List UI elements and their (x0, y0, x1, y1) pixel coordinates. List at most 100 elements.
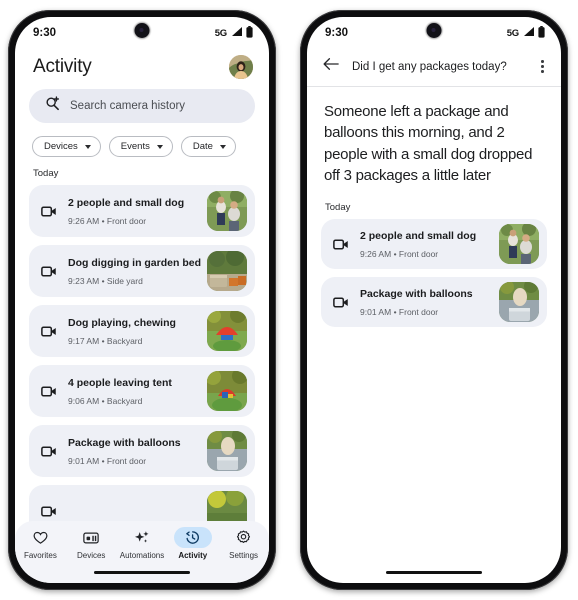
nav-label: Devices (76, 551, 106, 560)
status-time: 9:30 (325, 27, 349, 39)
event-thumbnail[interactable] (207, 191, 247, 231)
event-subtitle: 9:17 AM • Backyard (68, 336, 143, 346)
nav-label: Activity (178, 551, 208, 560)
search-placeholder: Search camera history (70, 100, 186, 112)
event-text: Package with balloons 9:01 AM • Front do… (360, 284, 491, 320)
table-row[interactable]: Dog playing, chewing 9:17 AM • Backyard (29, 305, 255, 357)
chevron-down-icon (156, 144, 163, 149)
nav-item-devices[interactable]: Devices (66, 527, 117, 560)
search-sparkle-icon (45, 96, 60, 116)
screen-activity: 9:30 5G Activity Search camera history D… (15, 17, 269, 583)
table-row[interactable]: Dog digging in garden bed 9:23 AM • Side… (29, 245, 255, 297)
more-vertical-icon[interactable] (538, 58, 547, 75)
event-thumbnail[interactable] (207, 311, 247, 351)
question-header: Did I get any packages today? (307, 49, 561, 87)
event-thumbnail[interactable] (499, 282, 539, 323)
event-thumbnail[interactable] (207, 431, 247, 471)
event-subtitle: 9:26 AM • Front door (360, 249, 439, 260)
event-title: Package with balloons (68, 437, 181, 449)
heart-icon (21, 527, 59, 548)
event-subtitle: 9:01 AM • Front door (360, 307, 439, 318)
event-thumbnail[interactable] (207, 251, 247, 291)
status-indicators: 5G (214, 25, 253, 41)
filter-chip-label: Events (120, 141, 150, 152)
event-thumbnail[interactable] (499, 224, 539, 265)
network-label: 5G (214, 27, 227, 39)
video-camera-icon (330, 238, 352, 251)
nav-item-automations[interactable]: Automations (117, 527, 168, 560)
nav-label: Automations (119, 551, 165, 560)
event-thumbnail[interactable] (207, 371, 247, 411)
nav-label: Settings (229, 551, 259, 560)
filter-chip-label: Date (192, 141, 213, 152)
table-row[interactable]: Package with balloons 9:01 AM • Front do… (321, 277, 547, 328)
app-header: Activity (15, 49, 269, 89)
status-indicators: 5G (506, 25, 545, 41)
phone-left: 9:30 5G Activity Search camera history D… (8, 10, 276, 590)
phone-right: 9:30 5G Did I get any packages today? So… (300, 10, 568, 590)
event-subtitle: 9:01 AM • Front door (68, 456, 147, 466)
signal-bars-icon (230, 26, 243, 40)
event-title: 2 people and small dog (360, 230, 477, 243)
page-title: Did I get any packages today? (352, 60, 507, 73)
home-indicator[interactable] (386, 571, 482, 574)
status-bar-right: 9:30 5G (307, 17, 561, 49)
filter-chip-devices[interactable]: Devices (32, 136, 101, 157)
nav-item-activity[interactable]: Activity (167, 527, 218, 560)
table-row[interactable]: 4 people leaving tent 9:06 AM • Backyard (29, 365, 255, 417)
table-row[interactable]: 2 people and small dog 9:26 AM • Front d… (321, 219, 547, 270)
table-row[interactable]: Package with balloons 9:01 AM • Front do… (29, 425, 255, 477)
activity-event-list[interactable]: 2 people and small dog 9:26 AM • Front d… (15, 185, 269, 537)
chevron-down-icon (219, 144, 226, 149)
nav-item-favorites[interactable]: Favorites (15, 527, 66, 560)
avatar[interactable] (229, 55, 253, 79)
network-label: 5G (506, 27, 519, 39)
devices-icon (72, 527, 110, 548)
nav-item-settings[interactable]: Settings (218, 527, 269, 560)
event-subtitle: 9:26 AM • Front door (68, 216, 147, 226)
battery-full-icon (246, 25, 253, 41)
event-title: 2 people and small dog (68, 197, 185, 209)
video-camera-icon (38, 445, 60, 458)
nav-label: Favorites (23, 551, 57, 560)
front-camera-punchhole (426, 23, 442, 38)
search-input[interactable]: Search camera history (29, 89, 255, 123)
status-time: 9:30 (33, 27, 57, 39)
event-title: Package with balloons (360, 288, 473, 301)
video-camera-icon (38, 505, 60, 518)
video-camera-icon (38, 265, 60, 278)
back-arrow-icon[interactable] (323, 57, 339, 76)
filter-chip-date[interactable]: Date (180, 136, 236, 157)
event-text: Package with balloons 9:01 AM • Front do… (68, 433, 199, 469)
video-camera-icon (38, 385, 60, 398)
chevron-down-icon (84, 144, 91, 149)
home-indicator[interactable] (94, 571, 190, 574)
event-title: Dog playing, chewing (68, 317, 176, 329)
event-text: 2 people and small dog 9:26 AM • Front d… (68, 193, 199, 229)
table-row[interactable]: 2 people and small dog 9:26 AM • Front d… (29, 185, 255, 237)
video-camera-icon (38, 205, 60, 218)
screen-answer: 9:30 5G Did I get any packages today? So… (307, 17, 561, 583)
filter-chip-events[interactable]: Events (108, 136, 173, 157)
event-subtitle: 9:23 AM • Side yard (68, 276, 143, 286)
event-title: 4 people leaving tent (68, 377, 172, 389)
event-text: Dog digging in garden bed 9:23 AM • Side… (68, 253, 201, 289)
page-title: Activity (33, 56, 92, 77)
front-camera-punchhole (134, 23, 150, 38)
history-clock-icon (173, 527, 212, 548)
video-camera-icon (330, 296, 352, 309)
answer-event-list[interactable]: 2 people and small dog 9:26 AM • Front d… (307, 219, 561, 328)
screenshot-stage: 9:30 5G Activity Search camera history D… (0, 0, 578, 600)
status-bar-left: 9:30 5G (15, 17, 269, 49)
event-text: 4 people leaving tent 9:06 AM • Backyard (68, 373, 199, 409)
event-text: 2 people and small dog 9:26 AM • Front d… (360, 226, 491, 262)
answer-summary-text: Someone left a package and balloons this… (324, 103, 533, 184)
signal-bars-icon (522, 26, 535, 40)
event-subtitle: 9:06 AM • Backyard (68, 396, 143, 406)
video-camera-icon (38, 325, 60, 338)
sparkles-icon (123, 527, 161, 548)
battery-full-icon (538, 25, 545, 41)
section-header-today: Today (33, 168, 59, 179)
filter-chip-row: Devices Events Date (15, 123, 269, 165)
filter-chip-label: Devices (44, 141, 78, 152)
